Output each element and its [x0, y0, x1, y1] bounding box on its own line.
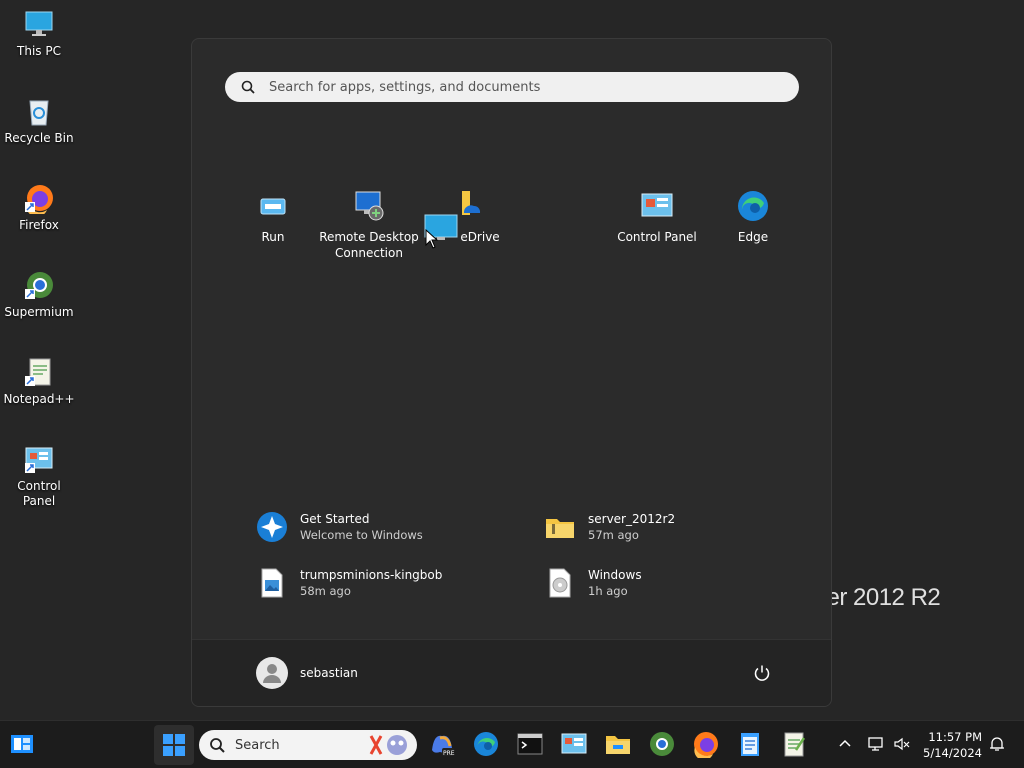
windows-logo-icon [163, 734, 185, 756]
desktop-icon-label: This PC [17, 44, 61, 58]
pinned-app-label: Edge [737, 230, 769, 244]
widgets-icon[interactable] [8, 730, 36, 758]
terminal-icon[interactable] [516, 730, 544, 758]
pinned-app-run[interactable]: Run [223, 189, 323, 245]
svg-text:PRE: PRE [443, 750, 455, 757]
pinned-app-label: Run [261, 230, 285, 244]
desktop-icon-this-pc[interactable]: This PC [0, 0, 78, 59]
recommended-title: Windows [588, 568, 642, 582]
pinned-app-label: Control Panel [617, 230, 697, 244]
notepad-icon[interactable] [736, 730, 764, 758]
recommended-item-server-2012r2[interactable]: server_2012r2 57m ago [544, 511, 675, 543]
taskbar: Search PRE 11:57 PM 5/14/2024 [0, 720, 1024, 768]
edge-icon [736, 189, 770, 223]
control-panel-icon [640, 189, 674, 223]
power-icon[interactable] [753, 664, 771, 682]
taskbar-clock[interactable]: 11:57 PM 5/14/2024 [918, 729, 982, 761]
recommended-subtitle: Welcome to Windows [300, 528, 423, 542]
recommended-title: server_2012r2 [588, 512, 676, 526]
pinned-app-edge[interactable]: Edge [703, 189, 803, 245]
search-icon [241, 80, 255, 94]
notepadpp-icon [23, 356, 55, 388]
volume-muted-icon[interactable] [893, 735, 911, 753]
recommended-item-windows[interactable]: Windows 1h ago [544, 567, 642, 599]
recycle-bin-icon [23, 95, 55, 127]
recommended-subtitle: 58m ago [300, 584, 351, 598]
file-explorer-icon[interactable] [604, 730, 632, 758]
notification-bell-icon[interactable] [988, 735, 1006, 753]
pinned-app-label: Remote Desktop Connection [319, 230, 419, 260]
os-watermark: ver 2012 R2 [815, 584, 941, 611]
clock-time: 11:57 PM [928, 730, 982, 744]
start-search-input[interactable] [267, 78, 771, 96]
desktop-icon-label: Notepad++ [3, 392, 75, 406]
clock-date: 5/14/2024 [923, 746, 982, 760]
taskbar-search-box[interactable]: Search [199, 730, 417, 760]
control-panel-icon[interactable] [560, 730, 588, 758]
edge-icon[interactable] [472, 730, 500, 758]
firefox-icon[interactable] [692, 730, 720, 758]
start-footer: sebastian [192, 639, 831, 706]
desktop-icon-control-panel[interactable]: Control Panel [0, 435, 78, 509]
firefox-icon [23, 182, 55, 217]
supermium-icon [23, 269, 55, 301]
pinned-app-control-panel[interactable]: Control Panel [607, 189, 707, 245]
start-menu: Run Remote Desktop Connection eDrive Con… [191, 38, 832, 707]
user-account-button[interactable]: sebastian [256, 657, 358, 689]
desktop-icon-recycle-bin[interactable]: Recycle Bin [0, 87, 78, 146]
mouse-cursor-icon [425, 229, 439, 249]
taskbar-search-label: Search [235, 737, 280, 753]
monitor-icon [23, 8, 55, 40]
recommended-item-get-started[interactable]: Get Started Welcome to Windows [256, 511, 423, 543]
user-name: sebastian [300, 666, 358, 680]
control-panel-icon [23, 443, 55, 475]
desktop-icon-label: Supermium [4, 305, 74, 319]
start-button[interactable] [154, 725, 194, 765]
desktop-icon-label: Control Panel [17, 479, 61, 508]
user-avatar-icon [256, 657, 288, 689]
start-search-box[interactable] [225, 72, 799, 102]
run-icon [256, 189, 290, 223]
remote-desktop-icon [352, 189, 386, 223]
recommended-item-trumpsminions[interactable]: trumpsminions-kingbob 58m ago [256, 567, 442, 599]
desktop-icon-label: Recycle Bin [4, 131, 74, 145]
image-file-icon [256, 567, 288, 599]
recommended-subtitle: 1h ago [588, 584, 628, 598]
recommended-title: Get Started [300, 512, 370, 526]
notepadpp-icon[interactable] [780, 730, 808, 758]
recommended-title: trumpsminions-kingbob [300, 568, 443, 582]
recommended-subtitle: 57m ago [588, 528, 639, 542]
desktop-icon-supermium[interactable]: Supermium [0, 261, 78, 320]
desktop-icon-firefox[interactable]: Firefox [0, 174, 78, 233]
copilot-icon[interactable]: PRE [428, 730, 456, 758]
supermium-icon[interactable] [648, 730, 676, 758]
zip-folder-icon [544, 511, 576, 543]
search-highlight-icon [369, 735, 407, 755]
search-icon [210, 738, 225, 753]
pinned-app-remote-desktop[interactable]: Remote Desktop Connection [319, 189, 419, 261]
desktop-icon-notepadpp[interactable]: Notepad++ [0, 348, 78, 407]
chevron-up-icon[interactable] [836, 735, 854, 753]
disc-file-icon [544, 567, 576, 599]
desktop-icon-label: Firefox [19, 218, 59, 232]
network-icon[interactable] [867, 735, 885, 753]
get-started-icon [256, 511, 288, 543]
